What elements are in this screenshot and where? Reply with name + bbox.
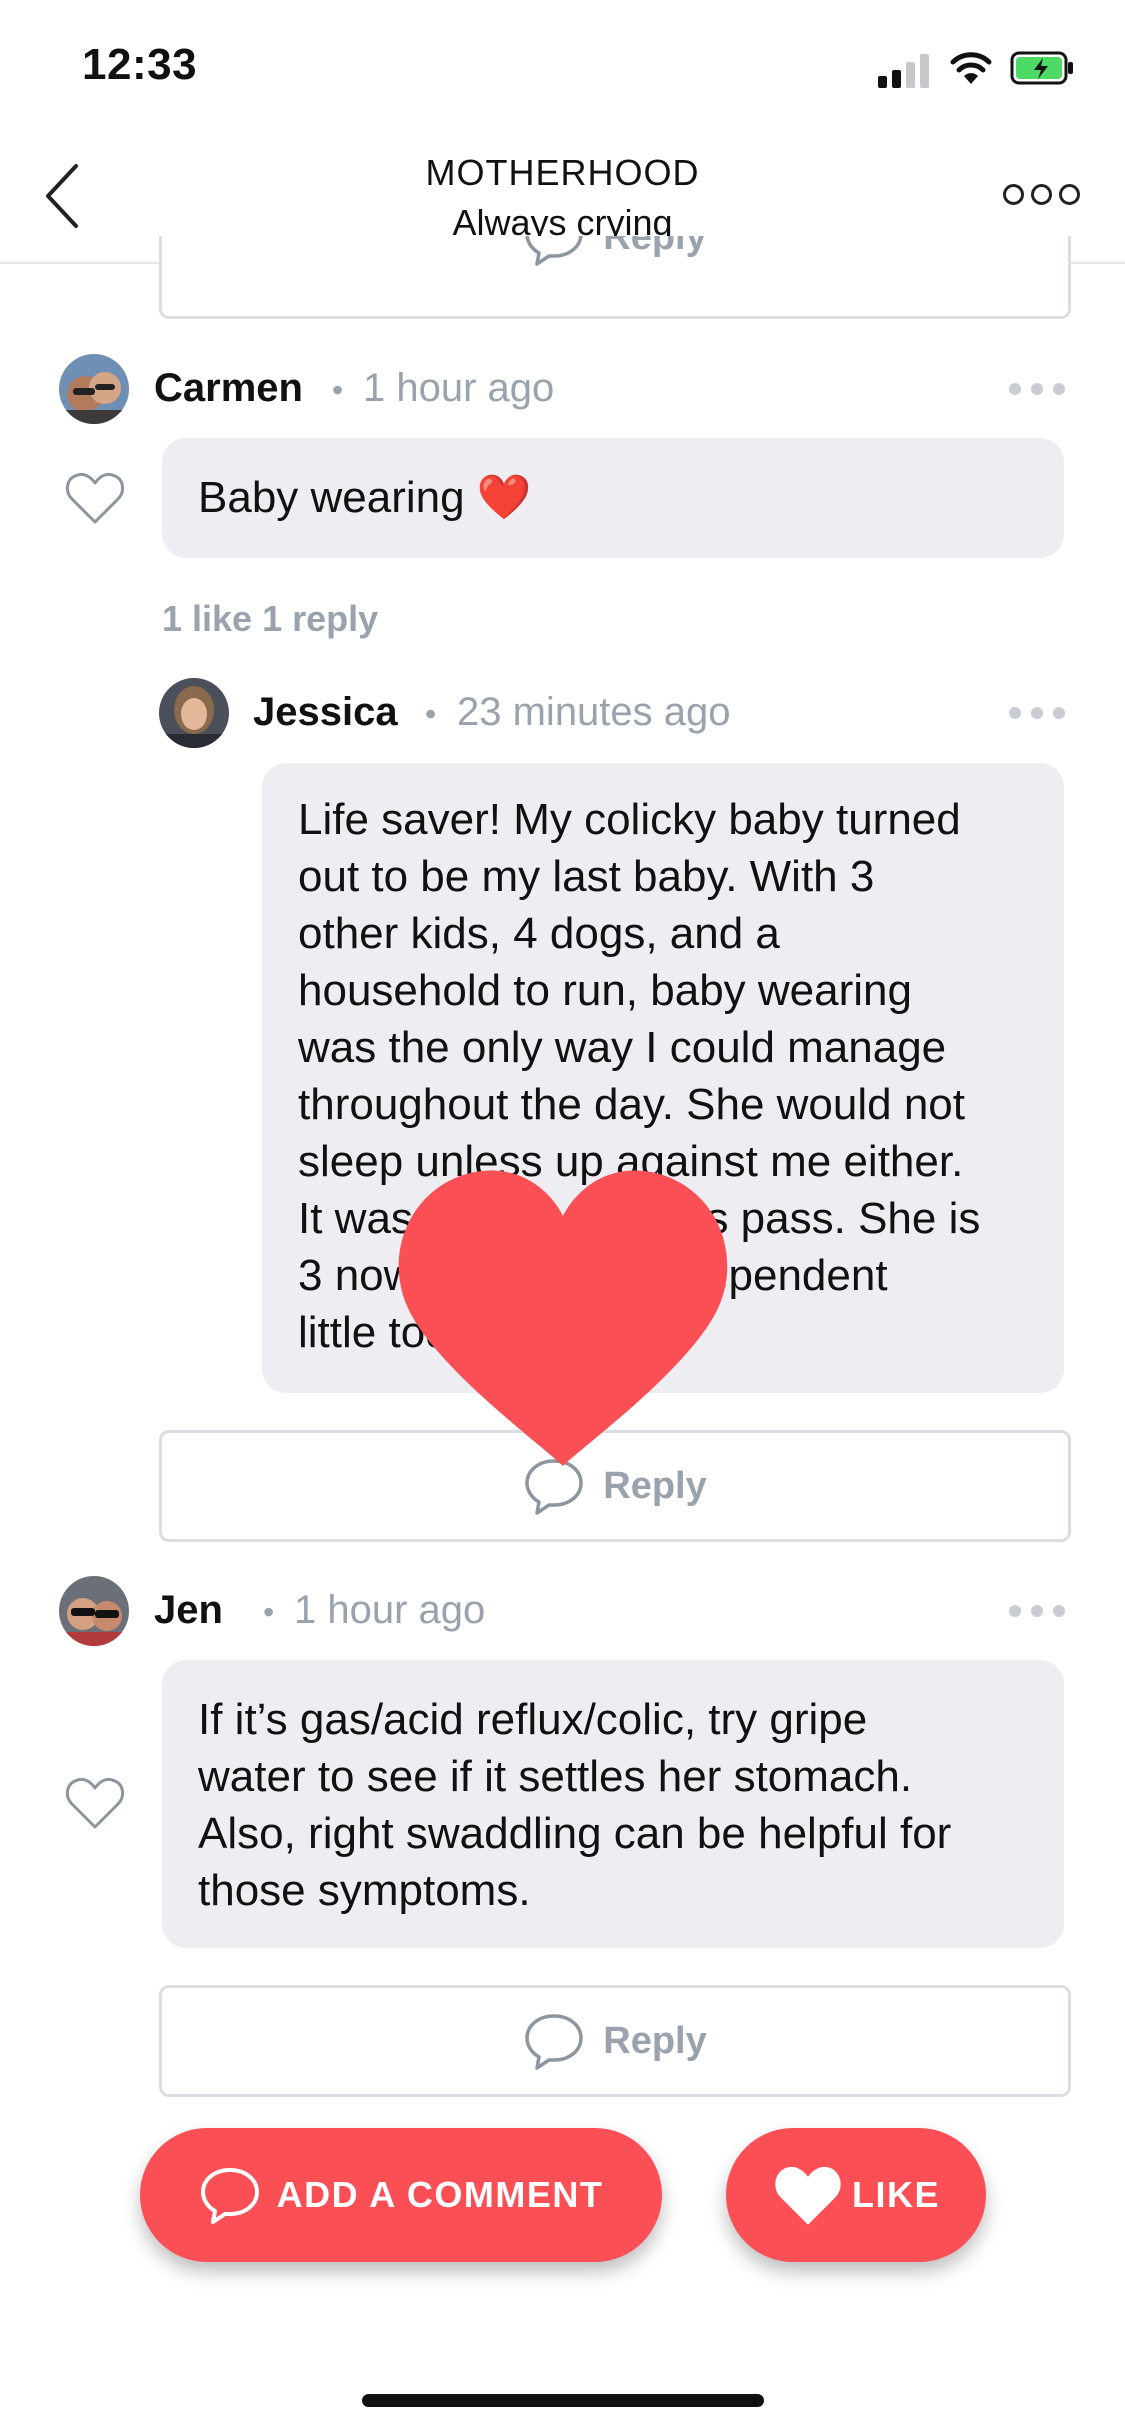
comment-stats[interactable]: 1 like 1 reply	[162, 598, 378, 640]
add-comment-label: ADD A COMMENT	[276, 2174, 604, 2215]
comment-time: 1 hour ago	[294, 1588, 486, 1632]
reply-text-line: was the only way I could manage	[298, 1023, 947, 1072]
reply-label: Reply	[603, 2019, 707, 2062]
reply-text-line: throughout the day. She would not	[298, 1080, 966, 1129]
comment-bubble: If it’s gas/acid reflux/colic, try gripe…	[162, 1660, 1064, 1948]
home-indicator[interactable]	[362, 2394, 764, 2407]
comment-more-icon[interactable]	[1009, 1605, 1069, 1619]
comment-text-line: Also, right swaddling can be helpful for	[198, 1809, 952, 1858]
like-label: LIKE	[851, 2174, 940, 2215]
like-button[interactable]: LIKE	[726, 2128, 986, 2262]
comment-author[interactable]: Carmen	[154, 366, 303, 411]
like-animation-heart-icon	[398, 1170, 728, 1466]
heart-outline-icon[interactable]	[64, 1775, 126, 1831]
reply-button-top[interactable]: Reply	[159, 236, 1071, 319]
comment-more-icon[interactable]	[1009, 383, 1069, 397]
separator-dot: •	[332, 372, 344, 408]
avatar[interactable]	[59, 1576, 129, 1646]
battery-icon	[1010, 51, 1073, 85]
reply-text-line: out to be my last baby. With 3	[298, 852, 875, 901]
comment-author[interactable]: Jen	[154, 1588, 223, 1633]
reply-text-line: other kids, 4 dogs, and a	[298, 909, 780, 958]
speech-bubble-icon	[525, 236, 583, 266]
wifi-icon	[950, 52, 992, 84]
cellular-signal-icon	[878, 52, 934, 88]
comment-text-line: those symptoms.	[198, 1866, 531, 1915]
add-comment-button[interactable]: ADD A COMMENT	[140, 2128, 662, 2262]
header-title-block: MOTHERHOOD Always crying	[300, 152, 825, 244]
comment-time: 1 hour ago	[363, 366, 555, 410]
back-chevron-icon[interactable]	[42, 160, 82, 232]
avatar-photo	[159, 678, 229, 748]
status-time: 12:33	[82, 40, 198, 89]
speech-bubble-icon	[200, 2168, 259, 2224]
comment-bubble: Baby wearing ❤️	[162, 438, 1064, 558]
reply-text-line: Life saver! My colicky baby turned	[298, 795, 961, 844]
speech-bubble-icon	[525, 2014, 583, 2070]
comment-text: Baby wearing ❤️	[198, 473, 532, 522]
page-title: MOTHERHOOD	[425, 152, 700, 193]
separator-dot: •	[425, 696, 437, 732]
heart-filled-icon	[775, 2166, 841, 2225]
avatar[interactable]	[59, 354, 129, 424]
reply-button[interactable]: Reply	[159, 1985, 1071, 2097]
comment-text-line: If it’s gas/acid reflux/colic, try gripe	[198, 1695, 868, 1744]
avatar-photo	[59, 354, 129, 424]
reply-text-line: household to run, baby wearing	[298, 966, 912, 1015]
heart-outline-icon[interactable]	[64, 470, 126, 526]
more-icon[interactable]	[1003, 184, 1083, 208]
reply-time: 23 minutes ago	[457, 690, 731, 734]
reply-label: Reply	[603, 236, 707, 258]
avatar-photo	[59, 1576, 129, 1646]
separator-dot: •	[263, 1594, 275, 1630]
comment-text-line: water to see if it settles her stomach.	[198, 1752, 913, 1801]
avatar[interactable]	[159, 678, 229, 748]
reply-author[interactable]: Jessica	[253, 690, 398, 735]
reply-more-icon[interactable]	[1009, 707, 1069, 721]
